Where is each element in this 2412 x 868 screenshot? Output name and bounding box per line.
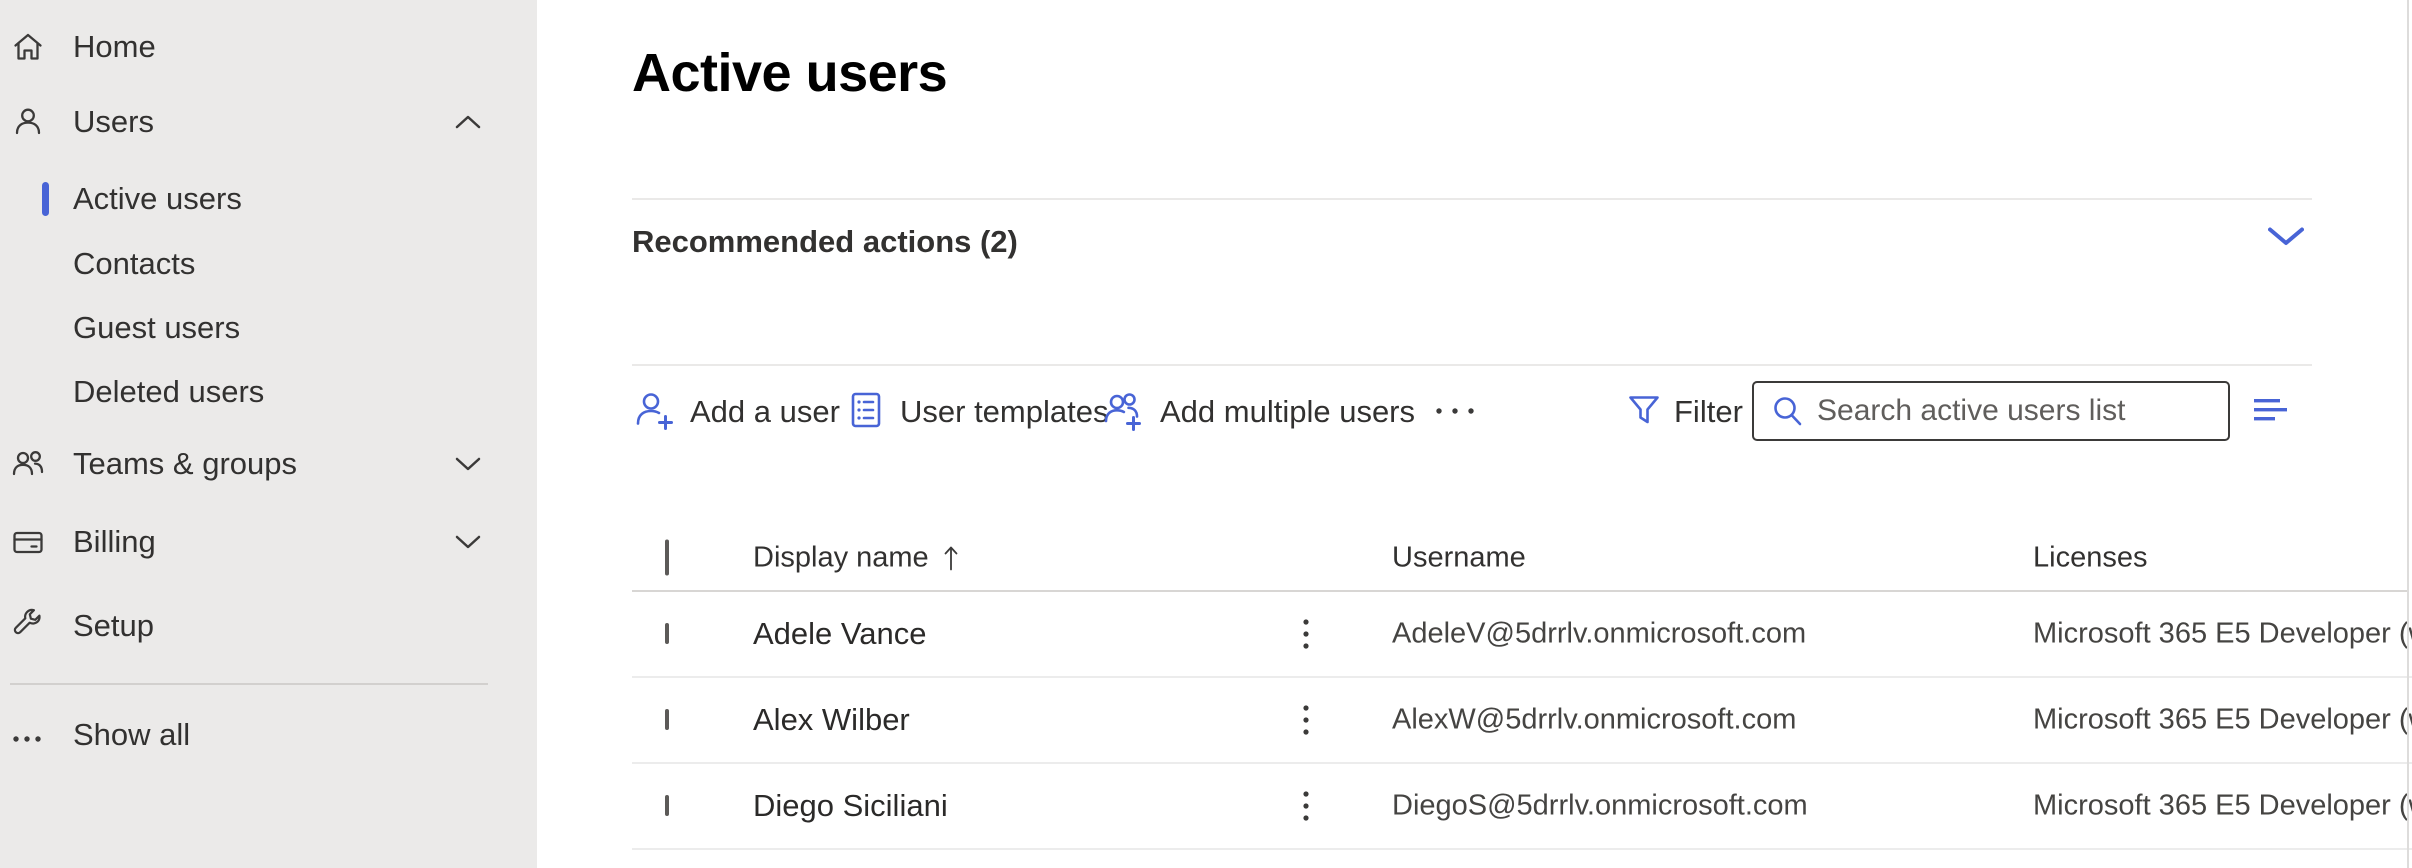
sort-lines-icon[interactable]	[2254, 397, 2288, 423]
sidebar-item-guest-users[interactable]: Guest users	[0, 296, 537, 360]
user-username: AdeleV@5drrlv.onmicrosoft.com	[1392, 618, 1806, 651]
sidebar-item-label: Setup	[73, 608, 154, 644]
row-checkbox[interactable]	[665, 625, 669, 643]
sidebar-item-label: Guest users	[73, 310, 240, 346]
column-header-display-name[interactable]: Display name	[753, 542, 959, 575]
wrench-icon	[10, 608, 46, 644]
sidebar-item-label: Active users	[73, 181, 242, 217]
template-icon	[846, 388, 886, 437]
chevron-down-icon	[454, 534, 482, 551]
user-templates-button[interactable]: User templates	[846, 383, 1108, 441]
add-a-user-button[interactable]: Add a user	[632, 383, 840, 441]
search-box	[1752, 381, 2230, 441]
sidebar-item-users[interactable]: Users	[0, 84, 537, 160]
toolbar-button-label: Add multiple users	[1160, 394, 1415, 430]
row-checkbox[interactable]	[665, 797, 669, 815]
person-icon	[10, 104, 46, 140]
user-licenses: Microsoft 365 E5 Developer (withou	[2033, 704, 2412, 737]
add-multiple-users-button[interactable]: Add multiple users	[1102, 383, 1415, 441]
table-row: Alex Wilber AlexW@5drrlv.onmicrosoft.com…	[632, 678, 2412, 764]
search-input[interactable]	[1817, 394, 2216, 428]
sidebar-item-label: Home	[73, 29, 156, 65]
section-divider	[632, 364, 2312, 366]
people-add-icon	[1102, 388, 1146, 437]
sidebar-item-active-users[interactable]: Active users	[0, 166, 537, 232]
sidebar-item-show-all[interactable]: Show all	[0, 700, 537, 770]
sidebar-item-label: Users	[73, 104, 154, 140]
recommended-actions-label: Recommended actions (2)	[632, 224, 1018, 260]
column-header-licenses[interactable]: Licenses	[2033, 542, 2147, 575]
filter-button[interactable]: Filter	[1626, 383, 1743, 441]
page-title: Active users	[632, 42, 947, 104]
sidebar-item-deleted-users[interactable]: Deleted users	[0, 360, 537, 424]
chevron-down-icon[interactable]	[2268, 227, 2304, 246]
filter-funnel-icon	[1626, 393, 1662, 432]
search-icon	[1769, 393, 1805, 429]
ellipsis-icon	[10, 721, 46, 757]
scrollbar-track-edge	[2407, 0, 2409, 868]
sidebar-item-label: Teams & groups	[73, 446, 297, 482]
user-username: AlexW@5drrlv.onmicrosoft.com	[1392, 704, 1796, 737]
user-display-name[interactable]: Diego Siciliani	[753, 788, 948, 824]
sidebar-item-label: Billing	[73, 524, 156, 560]
sidebar-item-billing[interactable]: Billing	[0, 504, 537, 580]
sidebar-item-home[interactable]: Home	[0, 10, 537, 84]
more-options-kebab-icon[interactable]	[1300, 788, 1312, 824]
user-licenses: Microsoft 365 E5 Developer (withou	[2033, 618, 2412, 651]
active-users-page: Home Users Active users Contacts	[0, 0, 2412, 868]
more-options-kebab-icon[interactable]	[1300, 616, 1312, 652]
chevron-down-icon	[454, 456, 482, 473]
recommended-actions-accordion[interactable]: Recommended actions (2)	[632, 218, 2312, 266]
sidebar-item-teams-groups[interactable]: Teams & groups	[0, 426, 537, 502]
sidebar-item-contacts[interactable]: Contacts	[0, 232, 537, 296]
filter-label: Filter	[1674, 394, 1743, 430]
sidebar-item-setup[interactable]: Setup	[0, 588, 537, 664]
more-options-kebab-icon[interactable]	[1300, 702, 1312, 738]
table-header-row: Display name Username Licenses	[632, 526, 2408, 592]
sidebar-item-label: Contacts	[73, 246, 195, 282]
payment-card-icon	[10, 524, 46, 560]
select-all-checkbox[interactable]	[665, 542, 669, 575]
more-actions-button[interactable]	[1434, 383, 1480, 441]
chevron-up-icon	[454, 114, 482, 131]
sidebar-item-label: Deleted users	[73, 374, 264, 410]
toolbar-button-label: User templates	[900, 394, 1108, 430]
section-divider	[632, 198, 2312, 200]
row-checkbox[interactable]	[665, 711, 669, 729]
people-icon	[10, 446, 46, 482]
user-display-name[interactable]: Adele Vance	[753, 616, 927, 652]
column-header-label: Display name	[753, 542, 929, 575]
sort-ascending-icon	[943, 545, 959, 572]
table-row: Diego Siciliani DiegoS@5drrlv.onmicrosof…	[632, 764, 2412, 850]
toolbar-button-label: Add a user	[690, 394, 840, 430]
column-header-username[interactable]: Username	[1392, 542, 1526, 575]
sidebar-divider	[10, 683, 488, 685]
sidebar-item-label: Show all	[73, 717, 190, 753]
home-icon	[10, 29, 46, 65]
person-add-icon	[632, 388, 676, 437]
user-username: DiegoS@5drrlv.onmicrosoft.com	[1392, 790, 1808, 823]
selected-indicator	[42, 182, 49, 216]
sidebar: Home Users Active users Contacts	[0, 0, 537, 868]
user-display-name[interactable]: Alex Wilber	[753, 702, 910, 738]
more-ellipsis-icon	[1434, 403, 1480, 421]
table-row: Adele Vance AdeleV@5drrlv.onmicrosoft.co…	[632, 592, 2412, 678]
user-licenses: Microsoft 365 E5 Developer (withou	[2033, 790, 2412, 823]
